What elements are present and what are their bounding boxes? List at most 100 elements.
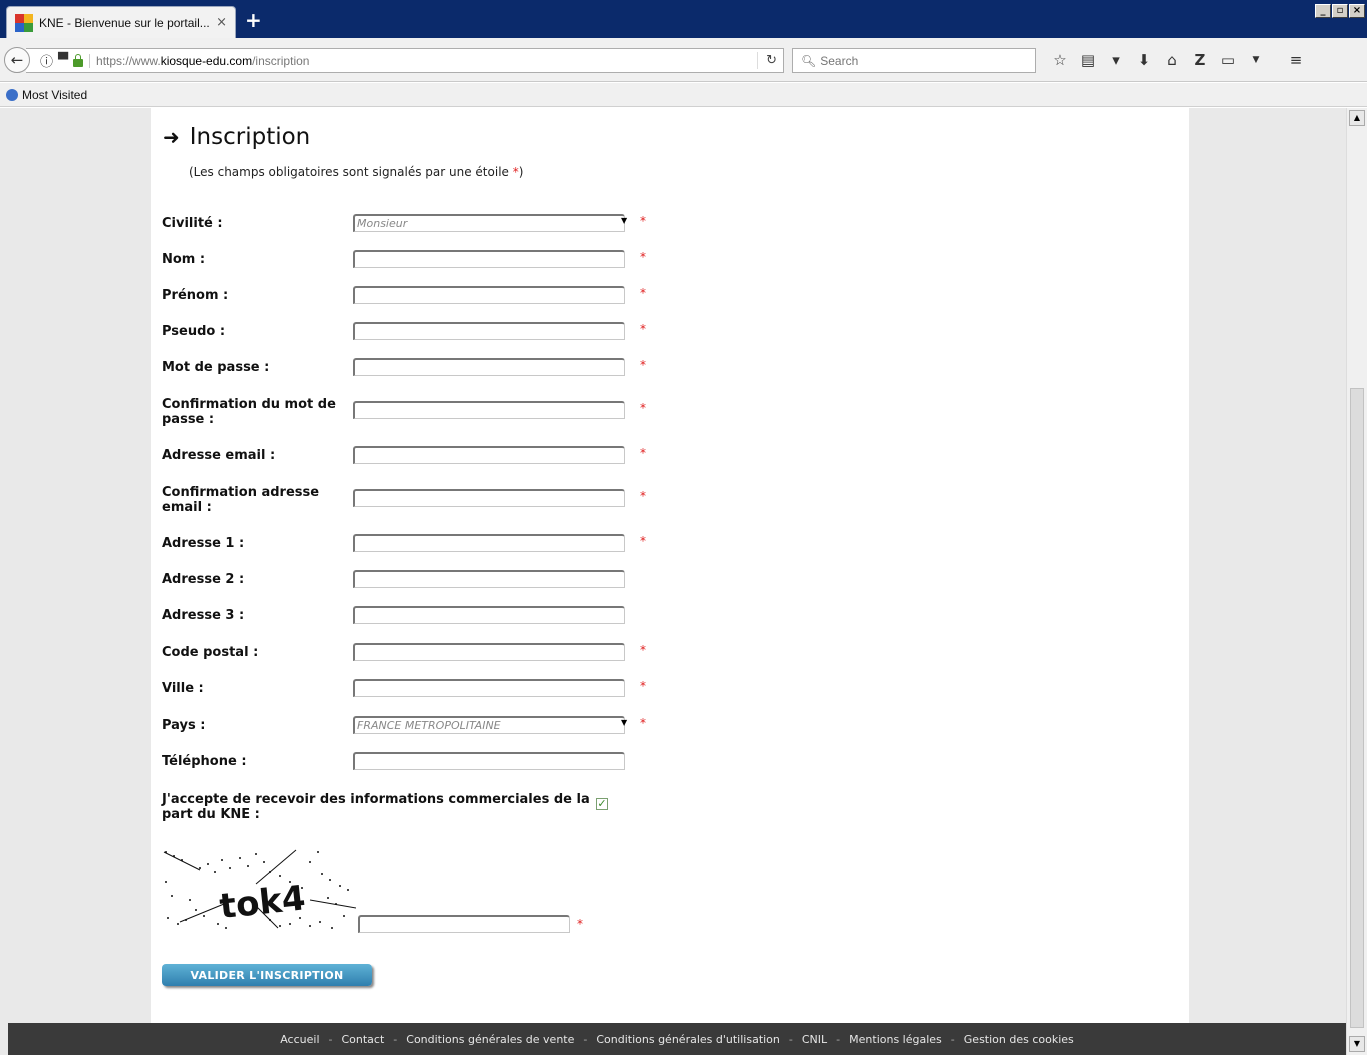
required-star: * [640, 534, 646, 548]
search-icon: 🔍︎ [801, 53, 817, 68]
page-scrollbar[interactable]: ▲ ▼ [1346, 108, 1367, 1055]
field-label: Pays : [162, 718, 206, 733]
required-star: * [640, 401, 646, 415]
reader-icon[interactable]: ▤ [1074, 48, 1102, 73]
field-label: Pseudo : [162, 324, 226, 339]
pocket-icon[interactable]: ▾ [1102, 48, 1130, 73]
field-label: Adresse email : [162, 448, 276, 463]
download-icon[interactable]: ⬇ [1130, 48, 1158, 73]
field-label: Confirmation du mot de passe : [162, 397, 336, 427]
password-field[interactable] [353, 358, 625, 376]
chevron-down-icon[interactable]: ▼ [621, 216, 627, 225]
ville-field[interactable] [353, 679, 625, 697]
browser-titlebar: KNE - Bienvenue sur le portail... × + _ … [0, 0, 1367, 38]
reload-icon[interactable]: ↻ [757, 52, 777, 69]
camera-icon: ▀ [58, 53, 69, 68]
bookmark-icon [6, 88, 18, 101]
required-star: * [577, 917, 583, 931]
required-star: * [640, 250, 646, 264]
field-label: Adresse 3 : [162, 608, 245, 623]
footer-link-cookies[interactable]: Gestion des cookies [964, 1033, 1074, 1046]
arrow-right-icon: ➜ [163, 125, 180, 149]
required-star: * [640, 679, 646, 693]
field-label: Prénom : [162, 288, 229, 303]
minimize-button[interactable]: _ [1315, 4, 1331, 18]
footer-link-mentions[interactable]: Mentions légales [849, 1033, 942, 1046]
required-star: * [640, 286, 646, 300]
adresse1-field[interactable] [353, 534, 625, 552]
bookmark-most-visited[interactable]: Most Visited [22, 88, 87, 102]
url-bar[interactable]: ⓘ ▀ https://www.kiosque-edu.com/inscript… [26, 48, 784, 73]
footer-link-cnil[interactable]: CNIL [802, 1033, 827, 1046]
field-label: Civilité : [162, 216, 223, 231]
captcha-input[interactable] [358, 915, 570, 933]
search-bar[interactable]: 🔍︎ [792, 48, 1036, 73]
tab-title: KNE - Bienvenue sur le portail... [39, 15, 210, 30]
url-text[interactable]: https://www.kiosque-edu.com/inscription [96, 54, 309, 68]
lock-icon [73, 53, 84, 67]
field-label: Adresse 1 : [162, 536, 245, 551]
required-star: * [640, 358, 646, 372]
required-star: * [640, 322, 646, 336]
civilite-select[interactable]: Monsieur [353, 214, 625, 232]
site-footer: Accueil - Contact - Conditions générales… [8, 1023, 1346, 1055]
password-confirm-field[interactable] [353, 401, 625, 419]
required-star: * [640, 643, 646, 657]
email-field[interactable] [353, 446, 625, 464]
main-content: ➜ Inscription (Les champs obligatoires s… [151, 108, 1189, 1024]
browser-navbar: ⓘ ▀ https://www.kiosque-edu.com/inscript… [0, 38, 1367, 82]
back-arrow-icon[interactable]: ← [4, 47, 30, 73]
dropdown-icon[interactable]: ▼ [1242, 48, 1270, 73]
home-icon[interactable]: ⌂ [1158, 48, 1186, 73]
svg-text:tok4: tok4 [218, 878, 308, 927]
menu-icon[interactable]: ≡ [1282, 48, 1310, 73]
scroll-down-icon[interactable]: ▼ [1349, 1036, 1365, 1052]
adresse3-field[interactable] [353, 606, 625, 624]
required-star: * [640, 716, 646, 730]
nom-field[interactable] [353, 250, 625, 268]
page-title: ➜ Inscription [163, 124, 311, 150]
scrollbar-thumb[interactable] [1350, 388, 1364, 1028]
footer-link-cgu[interactable]: Conditions générales d'utilisation [596, 1033, 780, 1046]
field-label: Téléphone : [162, 754, 247, 769]
required-star: * [640, 214, 646, 228]
zotero-icon[interactable]: Z [1186, 48, 1214, 73]
consent-checkbox[interactable]: ✓ [596, 798, 608, 810]
footer-link-contact[interactable]: Contact [341, 1033, 384, 1046]
field-label: Confirmation adresse email : [162, 485, 320, 515]
email-confirm-field[interactable] [353, 489, 625, 507]
footer-link-cgv[interactable]: Conditions générales de vente [406, 1033, 574, 1046]
bookmarks-toolbar: Most Visited [0, 83, 1367, 107]
toolbar-icons: ☆ ▤ ▾ ⬇ ⌂ Z ▭ ▼ ≡ [1046, 48, 1310, 73]
captcha-image: tok4 [163, 849, 356, 929]
close-window-button[interactable]: × [1349, 4, 1365, 18]
restore-button[interactable]: ▫ [1332, 4, 1348, 18]
prenom-field[interactable] [353, 286, 625, 304]
new-tab-button[interactable]: + [245, 10, 262, 30]
required-star: * [640, 446, 646, 460]
page-icon[interactable]: ▭ [1214, 48, 1242, 73]
required-note: (Les champs obligatoires sont signalés p… [189, 165, 524, 179]
field-label: Adresse 2 : [162, 572, 245, 587]
field-label: Code postal : [162, 645, 259, 660]
field-label: Mot de passe : [162, 360, 270, 375]
window-controls: _ ▫ × [1315, 4, 1365, 18]
submit-button[interactable]: VALIDER L'INSCRIPTION [162, 964, 372, 986]
info-icon[interactable]: ⓘ [40, 51, 53, 70]
star-icon[interactable]: ☆ [1046, 48, 1074, 73]
required-star: * [640, 489, 646, 503]
consent-label: J'accepte de recevoir des informations c… [162, 792, 590, 822]
field-label: Nom : [162, 252, 206, 267]
chevron-down-icon[interactable]: ▼ [621, 718, 627, 727]
scroll-up-icon[interactable]: ▲ [1349, 110, 1365, 126]
browser-tab[interactable]: KNE - Bienvenue sur le portail... × [6, 6, 236, 38]
telephone-field[interactable] [353, 752, 625, 770]
field-label: Ville : [162, 681, 204, 696]
code-postal-field[interactable] [353, 643, 625, 661]
pseudo-field[interactable] [353, 322, 625, 340]
footer-link-accueil[interactable]: Accueil [280, 1033, 319, 1046]
search-input[interactable] [820, 53, 1021, 68]
adresse2-field[interactable] [353, 570, 625, 588]
tab-close-icon[interactable]: × [216, 15, 227, 30]
pays-select[interactable]: FRANCE METROPOLITAINE [353, 716, 625, 734]
